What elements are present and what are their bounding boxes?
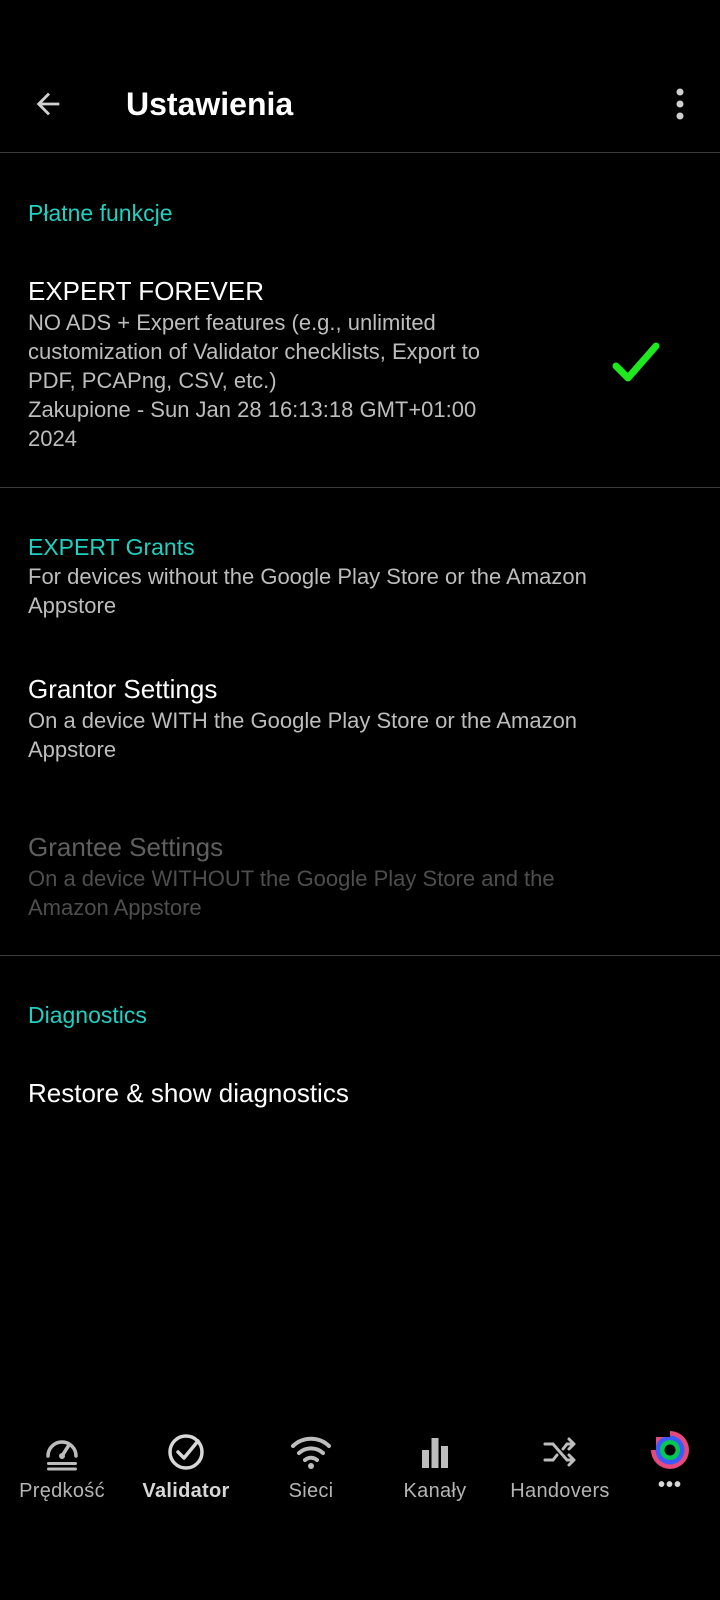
pref-title: Grantee Settings [28,832,224,862]
summary-line: Zakupione - Sun Jan 28 16:13:18 GMT+01:0… [28,397,477,422]
check-circle-icon [168,1434,204,1470]
arrow-back-icon [36,92,60,116]
pref-title: EXPERT FOREVER [28,276,264,306]
section-header-grants: EXPERT Grants For devices without the Go… [28,532,628,620]
nav-item-handovers[interactable]: Handovers [500,1420,620,1520]
section-header-paid: Płatne funkcje [28,200,173,226]
summary-line: PDF, PCAPng, CSV, etc.) [28,368,277,393]
nav-label: ••• [657,1474,682,1496]
section-divider [0,955,720,956]
pref-title: Restore & show diagnostics [28,1078,349,1108]
speedometer-icon [46,1440,78,1471]
wifi-icon [291,1436,331,1469]
summary-line: Appstore [28,593,117,618]
shuffle-icon [543,1437,576,1467]
back-button[interactable] [22,78,74,130]
summary-line: On a device WITHOUT the Google Play Stor… [28,866,555,891]
summary-line: For devices without the Google Play Stor… [28,564,587,589]
pref-summary: On a device WITH the Google Play Store o… [28,706,628,764]
nav-item-validator[interactable]: Validator [126,1420,246,1520]
summary-line: Appstore [28,737,117,762]
app-logo-icon [651,1431,689,1469]
more-vert-icon [676,88,684,120]
section-divider [0,487,720,488]
summary-line: On a device WITH the Google Play Store o… [28,708,578,733]
summary-line: NO ADS + Expert features (e.g., unlimite… [28,310,436,335]
section-header-title: EXPERT Grants [28,534,195,560]
nav-label: Kanały [403,1480,467,1502]
more-options-button[interactable] [656,80,704,128]
pref-summary: NO ADS + Expert features (e.g., unlimite… [28,308,628,453]
bottom-navigation: Prędkość Validator Sieci Kanały Handover… [0,1420,720,1520]
pref-summary: On a device WITHOUT the Google Play Stor… [28,864,628,922]
nav-label: Validator [142,1480,230,1502]
nav-label: Sieci [288,1480,334,1502]
app-bar: Ustawienia [0,0,720,152]
nav-label: Prędkość [19,1480,105,1502]
check-icon [612,342,660,382]
bar-chart-icon [422,1438,448,1468]
pref-grantee-settings: Grantee Settings On a device WITHOUT the… [28,830,628,922]
summary-line: Amazon Appstore [28,895,202,920]
section-header-summary: For devices without the Google Play Stor… [28,562,628,620]
nav-label: Handovers [510,1480,610,1502]
pref-title: Grantor Settings [28,674,218,704]
pref-restore-diagnostics[interactable]: Restore & show diagnostics [28,1076,628,1110]
nav-item-sieci[interactable]: Sieci [251,1420,371,1520]
nav-item-kanaly[interactable]: Kanały [375,1420,495,1520]
nav-item-more[interactable]: ••• [610,1420,720,1520]
summary-line: 2024 [28,426,77,451]
appbar-divider [0,152,720,153]
summary-line: customization of Validator checklists, E… [28,339,481,364]
section-header-diagnostics: Diagnostics [28,1002,147,1028]
pref-expert-forever[interactable]: EXPERT FOREVER NO ADS + Expert features … [28,274,628,453]
page-title: Ustawienia [126,86,294,122]
nav-item-predkosc[interactable]: Prędkość [2,1420,122,1520]
pref-grantor-settings[interactable]: Grantor Settings On a device WITH the Go… [28,672,628,764]
